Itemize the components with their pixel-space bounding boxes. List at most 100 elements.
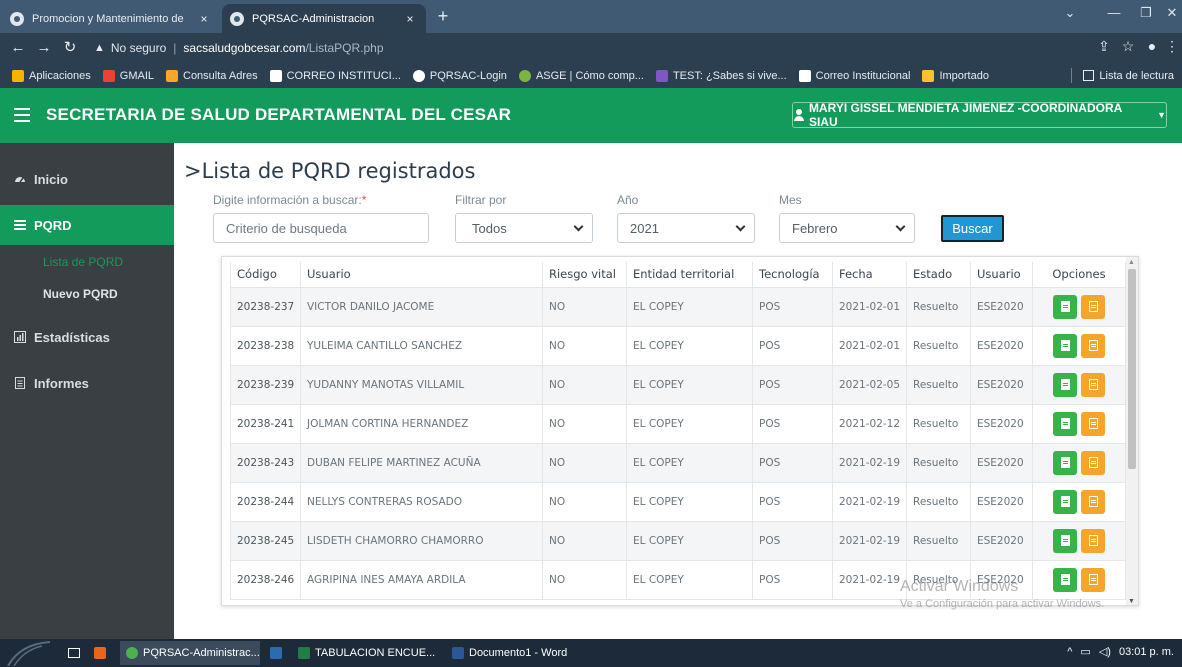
table-header-row: Código Usuario Riesgo vital Entidad terr… [230,262,1126,288]
year-select[interactable]: 2021 [617,213,755,243]
forward-icon[interactable]: → [34,38,54,58]
new-tab-button[interactable]: + [432,6,454,28]
view-button[interactable] [1053,450,1077,475]
col-entidad-territorial[interactable]: Entidad territorial [626,262,753,288]
asge-icon [518,69,531,82]
bookmark-importado[interactable]: Importado [922,69,989,82]
edit-button[interactable] [1081,411,1105,436]
sidebar-item-pqrd[interactable]: PQRD [0,205,174,245]
search-input[interactable]: Criterio de busqueda [213,213,429,243]
view-button[interactable] [1053,528,1077,553]
cell-entidad: EL COPEY [626,286,753,327]
bookmark-correo-institucional[interactable]: Correo Institucional [798,69,911,82]
col-fecha[interactable]: Fecha [832,262,907,288]
sidebar-subitem-nuevo-pqrd[interactable]: Nuevo PQRD [0,283,174,305]
edit-button[interactable] [1081,489,1105,514]
start-button-icon[interactable] [6,640,52,666]
hamburger-menu-icon[interactable] [14,108,30,122]
table-row: 20238-244 NELLYS CONTRERAS ROSADO NO EL COP… [230,481,1126,522]
menu-kebab-icon[interactable]: ⋮ [1162,38,1182,55]
edit-button[interactable] [1081,450,1105,475]
share-icon[interactable]: ⇪ [1094,38,1114,55]
tray-chevron-icon[interactable]: ^ [1067,646,1072,658]
edit-button[interactable] [1081,528,1105,553]
month-select[interactable]: Febrero [779,213,915,243]
network-icon[interactable]: ▭ [1080,645,1090,658]
edit-button[interactable] [1081,333,1105,358]
scroll-thumb[interactable] [1128,269,1136,469]
volume-icon[interactable]: ◁) [1099,645,1111,658]
table-row: 20238-237 VICTOR DANILO JACOME NO EL COPEY P… [230,286,1126,327]
bookmark-test[interactable]: TEST: ¿Sabes si vive... [655,69,787,82]
taskbar-app-chrome[interactable]: PQRSAC-Administrac... [120,641,260,665]
col-estado[interactable]: Estado [906,262,971,288]
reload-icon[interactable]: ↻ [60,38,80,58]
cell-fecha: 2021-02-05 [832,364,907,405]
search-button[interactable]: Buscar [941,215,1004,242]
bookmark-correo-instituci[interactable]: CORREO INSTITUCI... [269,69,401,82]
bookmark-label: Correo Institucional [815,69,911,82]
user-menu-button[interactable]: MARYI GISSEL MENDIETA JIMENEZ -COORDINAD… [792,101,1167,129]
table-row: 20238-243 DUBAN FELIPE MARTINEZ ACUÑA NO EL… [230,442,1126,483]
star-icon[interactable]: ☆ [1118,38,1138,55]
tab-close-icon[interactable]: × [402,12,418,26]
taskbar-app-explorer[interactable] [264,641,290,665]
bookmark-label: PQRSAC-Login [429,69,507,82]
scroll-up-icon[interactable]: ▲ [1128,259,1135,266]
system-tray: ^ ▭ ◁) 03:01 p. m. [1059,645,1174,659]
col-tecnologia[interactable]: Tecnología [752,262,833,288]
forms-icon [655,69,668,82]
view-button[interactable] [1053,372,1077,397]
table-row: 20238-239 YUDANNY MANOTAS VILLAMIL NO EL CO… [230,364,1126,405]
document-outline-icon [1089,339,1098,351]
taskbar-app-excel[interactable]: TABULACION ENCUE... [292,641,442,665]
cell-usuario-ese: ESE2020 [970,403,1033,444]
view-button[interactable] [1053,333,1077,358]
bookmark-pqrsac-login[interactable]: PQRSAC-Login [412,69,507,82]
reading-list-button[interactable]: Lista de lectura [1071,63,1174,88]
filter-select[interactable]: Todos [455,213,593,243]
edit-button[interactable] [1081,372,1105,397]
edit-button[interactable] [1081,294,1105,319]
close-window-button[interactable]: ✕ [1150,0,1182,28]
tab-pqrsac[interactable]: PQRSAC-Administracion × [222,4,426,33]
sidebar-subitem-lista-pqrd[interactable]: Lista de PQRD [0,251,174,273]
media-player-icon[interactable] [92,645,108,661]
back-icon[interactable]: ← [8,38,28,58]
clock[interactable]: 03:01 p. m. [1119,646,1174,658]
col-codigo[interactable]: Código [230,262,301,288]
task-view-icon[interactable] [66,645,82,661]
bookmark-label: TEST: ¿Sabes si vive... [672,69,787,82]
taskbar-app-word[interactable]: Documento1 - Word [446,641,576,665]
chevron-down-icon [895,221,906,232]
table-scrollbar[interactable]: ▲ ▼ [1126,257,1138,605]
cell-entidad: EL COPEY [626,403,753,444]
bookmark-consulta-adres[interactable]: Consulta Adres [166,69,258,82]
bookmark-gmail[interactable]: GMAIL [102,69,154,82]
scroll-down-icon[interactable]: ▼ [1128,598,1135,605]
cell-estado: Resuelto [906,481,971,522]
taskbar-app-label: PQRSAC-Administrac... [143,647,260,659]
bookmark-aplicaciones[interactable]: Aplicaciones [12,69,91,82]
sidebar-item-estadisticas[interactable]: Estadísticas [0,317,174,357]
bookmark-asge[interactable]: ASGE | Cómo comp... [518,69,644,82]
sidebar-item-inicio[interactable]: Inicio [0,159,174,199]
cell-entidad: EL COPEY [626,325,753,366]
cell-fecha: 2021-02-19 [832,481,907,522]
url-bar[interactable]: ▲ No seguro | sacsaludgobcesar.com /List… [94,36,1144,60]
tab-search-icon[interactable]: ⌄ [1048,0,1092,28]
view-button[interactable] [1053,489,1077,514]
profile-avatar[interactable]: ● [1142,38,1162,54]
tab-promocion[interactable]: Promocion y Mantenimiento de × [2,4,220,33]
col-usuario-ese[interactable]: Usuario [970,262,1033,288]
col-riesgo-vital[interactable]: Riesgo vital [542,262,627,288]
watermark-line2: Ve a Configuración para activar Windows. [900,598,1105,610]
month-value: Febrero [792,220,838,236]
view-button[interactable] [1053,411,1077,436]
view-button[interactable] [1053,294,1077,319]
tab-close-icon[interactable]: × [196,12,212,26]
col-usuario[interactable]: Usuario [300,262,543,288]
sidebar-item-informes[interactable]: Informes [0,363,174,403]
cell-estado: Resuelto [906,325,971,366]
document-icon [1061,300,1070,312]
